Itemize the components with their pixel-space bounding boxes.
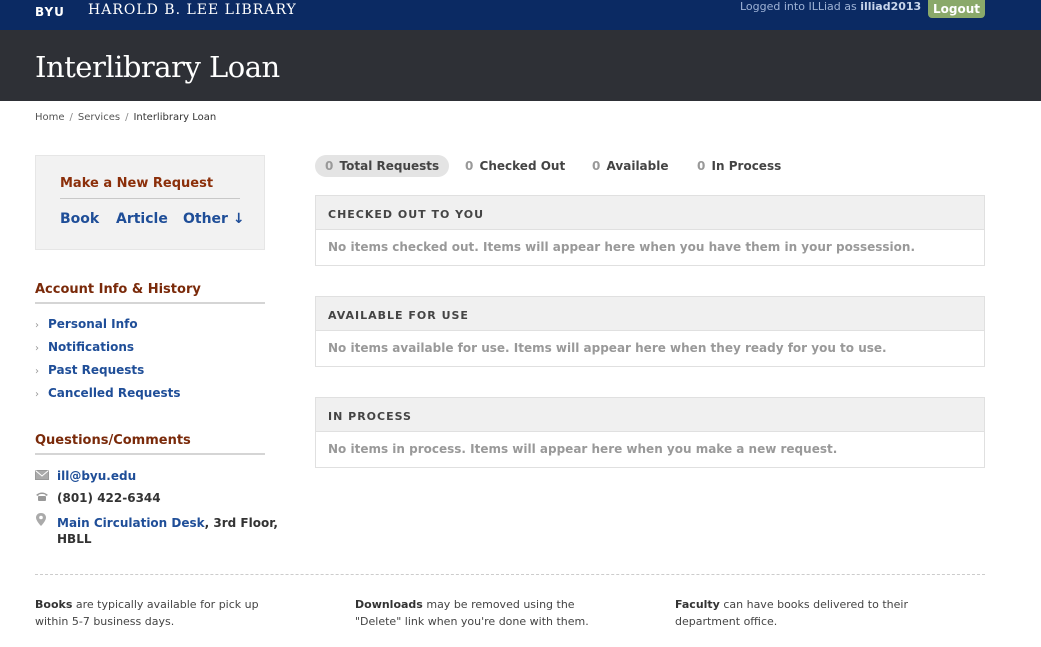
- status-count: 0: [325, 159, 334, 173]
- chevron-right-icon: ›: [35, 366, 39, 377]
- sidebar-item-label: Notifications: [48, 340, 135, 354]
- breadcrumb-separator: /: [125, 112, 129, 123]
- breadcrumb-services[interactable]: Services: [78, 112, 120, 123]
- panel-message: No items available for use. Items will a…: [328, 341, 887, 355]
- contact-location: Main Circulation Desk, 3rd Floor, HBLL: [35, 513, 278, 547]
- divider: [35, 453, 265, 455]
- library-name[interactable]: HAROLD B. LEE LIBRARY: [88, 2, 297, 18]
- footer-term: Books: [35, 598, 73, 611]
- sidebar-item-notifications[interactable]: › Notifications: [35, 340, 134, 354]
- footer-note-books: Books are typically available for pick u…: [35, 596, 295, 630]
- new-request-heading: Make a New Request: [60, 176, 214, 191]
- chevron-right-icon: ›: [35, 343, 39, 354]
- panel-message: No items checked out. Items will appear …: [328, 240, 915, 254]
- sidebar-item-past-requests[interactable]: › Past Requests: [35, 363, 144, 377]
- phone-number: (801) 422-6344: [57, 491, 161, 505]
- status-count: 0: [465, 159, 474, 173]
- footer-term: Downloads: [355, 598, 423, 611]
- footer-note-downloads: Downloads may be removed using the "Dele…: [355, 596, 595, 630]
- location-link[interactable]: Main Circulation Desk: [57, 516, 205, 530]
- breadcrumb: Home / Services / Interlibrary Loan: [35, 112, 216, 123]
- breadcrumb-home[interactable]: Home: [35, 112, 65, 123]
- divider: [60, 198, 240, 199]
- new-article-request-link[interactable]: Article: [116, 211, 168, 227]
- logout-button[interactable]: Logout: [928, 0, 985, 18]
- status-label: In Process: [711, 159, 782, 173]
- panel-heading: CHECKED OUT TO YOU: [316, 196, 984, 230]
- new-other-request-dropdown[interactable]: Other ↓: [183, 211, 245, 227]
- breadcrumb-current: Interlibrary Loan: [133, 112, 217, 123]
- username: illiad2013: [860, 0, 922, 13]
- tab-available[interactable]: 0 Available: [592, 155, 669, 177]
- byu-logo[interactable]: BYU: [35, 5, 65, 19]
- email-link[interactable]: ill@byu.edu: [57, 469, 136, 483]
- sidebar-item-label: Cancelled Requests: [48, 386, 181, 400]
- phone-icon: [35, 491, 49, 505]
- status-label: Available: [606, 159, 669, 173]
- sidebar-item-label: Past Requests: [48, 363, 145, 377]
- chevron-right-icon: ›: [35, 320, 39, 331]
- status-count: 0: [592, 159, 601, 173]
- panel-message: No items in process. Items will appear h…: [328, 442, 838, 456]
- panel-heading: IN PROCESS: [316, 398, 984, 432]
- new-request-box: Make a New Request Book Article Other ↓: [35, 155, 265, 250]
- divider: [35, 302, 265, 304]
- account-info-heading: Account Info & History: [35, 282, 201, 297]
- login-status-prefix: Logged into ILLiad as: [740, 0, 857, 13]
- top-bar: BYU HAROLD B. LEE LIBRARY Logged into IL…: [0, 0, 1041, 30]
- panel-heading: AVAILABLE FOR USE: [316, 297, 984, 331]
- footer-term: Faculty: [675, 598, 720, 611]
- contact-phone: (801) 422-6344: [35, 491, 161, 505]
- chevron-right-icon: ›: [35, 389, 39, 400]
- sidebar-item-label: Personal Info: [48, 317, 138, 331]
- available-panel: AVAILABLE FOR USE No items available for…: [315, 296, 985, 367]
- checked-out-panel: CHECKED OUT TO YOU No items checked out.…: [315, 195, 985, 266]
- in-process-panel: IN PROCESS No items in process. Items wi…: [315, 397, 985, 468]
- breadcrumb-separator: /: [69, 112, 73, 123]
- location-building: HBLL: [57, 532, 92, 546]
- status-label: Total Requests: [339, 159, 440, 173]
- tab-total-requests[interactable]: 0 Total Requests: [315, 155, 450, 177]
- page-title: Interlibrary Loan: [35, 50, 280, 84]
- status-label: Checked Out: [479, 159, 566, 173]
- sidebar-item-cancelled-requests[interactable]: › Cancelled Requests: [35, 386, 181, 400]
- new-book-request-link[interactable]: Book: [60, 211, 99, 227]
- location-detail: , 3rd Floor,: [204, 516, 278, 530]
- status-count: 0: [697, 159, 706, 173]
- map-pin-icon: [35, 513, 49, 531]
- contact-email: ill@byu.edu: [35, 469, 136, 483]
- footer-divider: [35, 574, 985, 575]
- tab-in-process[interactable]: 0 In Process: [697, 155, 781, 177]
- envelope-icon: [35, 469, 49, 483]
- tab-checked-out[interactable]: 0 Checked Out: [465, 155, 565, 177]
- login-status: Logged into ILLiad as illiad2013: [740, 0, 921, 13]
- sidebar-item-personal-info[interactable]: › Personal Info: [35, 317, 138, 331]
- footer-note-faculty: Faculty can have books delivered to thei…: [675, 596, 915, 630]
- questions-heading: Questions/Comments: [35, 433, 191, 448]
